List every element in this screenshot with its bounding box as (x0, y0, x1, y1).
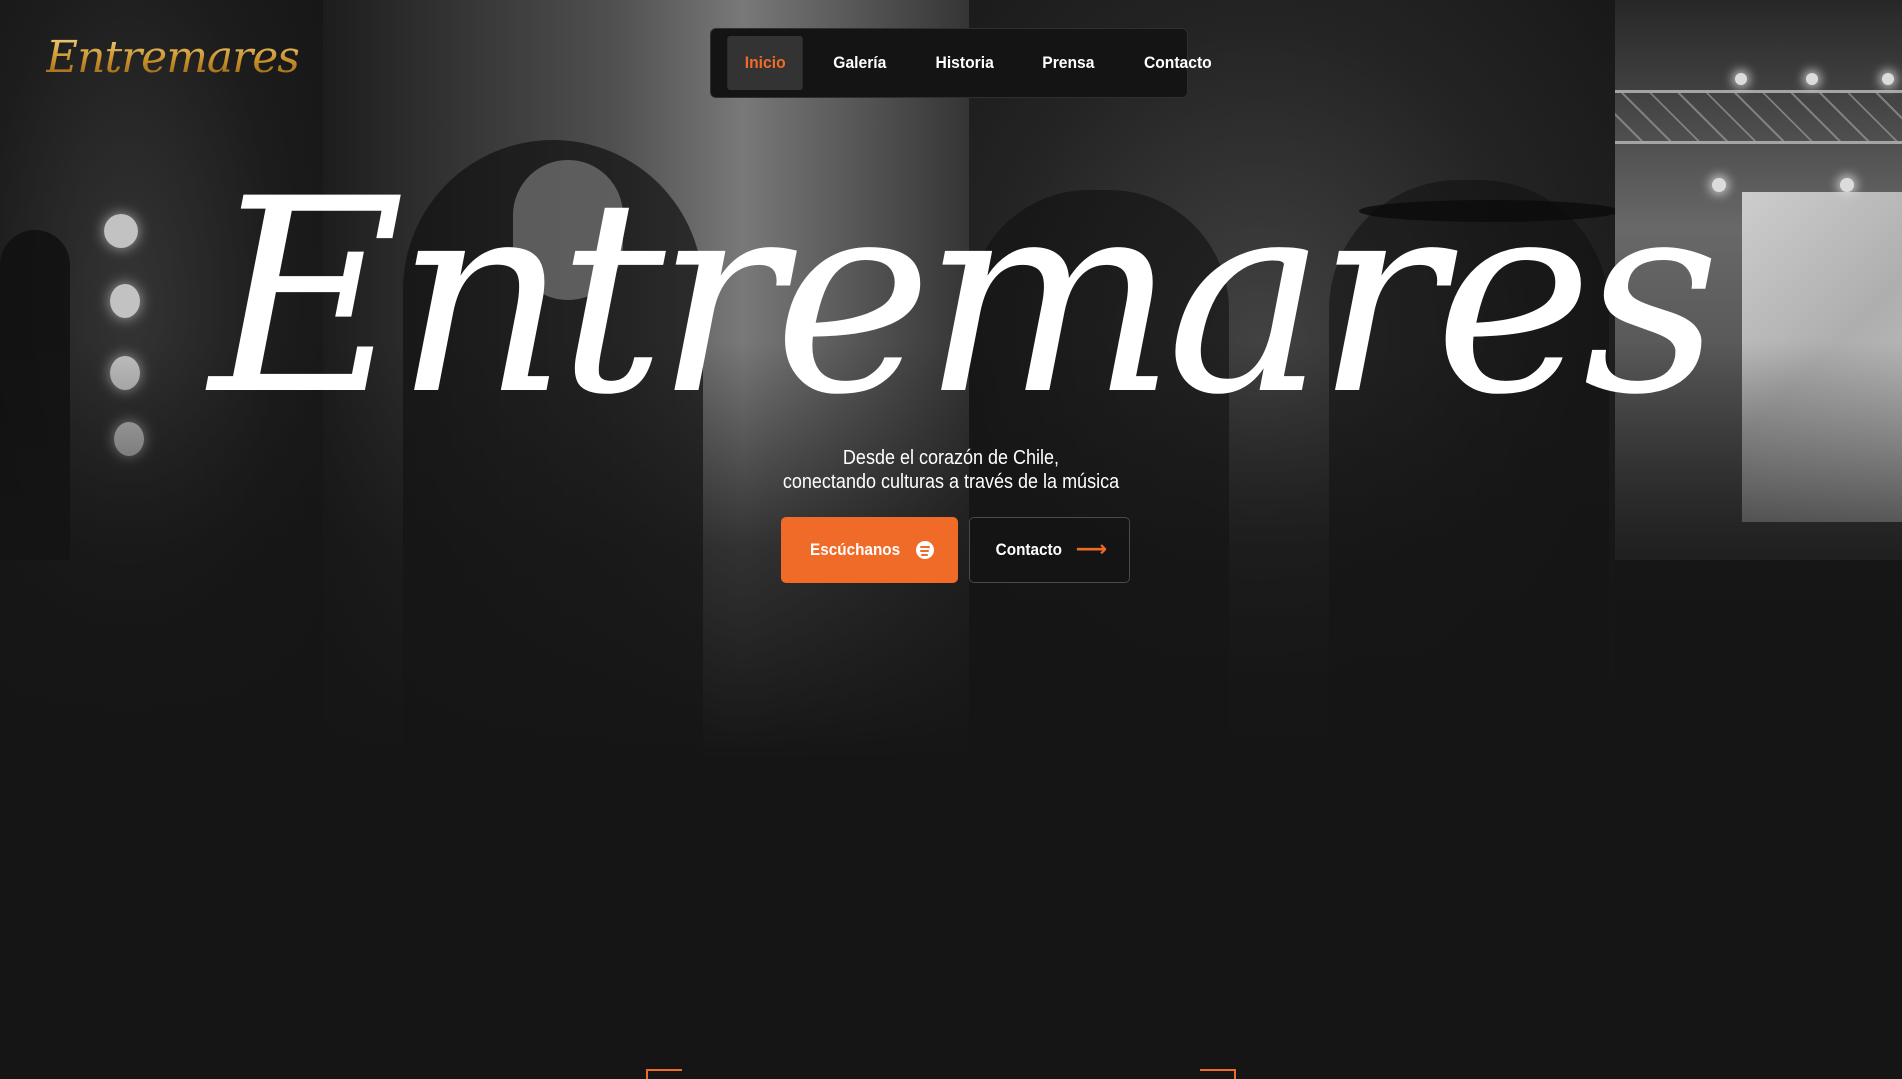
nav-item-inicio[interactable]: Inicio (727, 36, 804, 90)
section-corner-right (1200, 1069, 1236, 1079)
hero-title: Entremares (209, 142, 1721, 454)
listen-button[interactable]: Escúchanos (781, 517, 958, 583)
nav-item-contacto[interactable]: Contacto (1127, 36, 1230, 90)
hero-tagline: Desde el corazón de Chile, conectando cu… (651, 446, 1251, 494)
spotify-icon (915, 541, 934, 559)
nav-item-prensa[interactable]: Prensa (1025, 36, 1112, 90)
contact-button-label: Contacto (995, 540, 1062, 559)
section-corner-left (646, 1069, 682, 1079)
page: Entremares Inicio Galería Historia Prens… (0, 0, 1902, 1079)
tagline-line-2: conectando culturas a través de la músic… (782, 471, 1120, 493)
brand-logo[interactable]: Entremares (46, 32, 300, 83)
tagline-line-1: Desde el corazón de Chile, (842, 447, 1060, 469)
contact-button[interactable]: Contacto ⟶ (969, 517, 1130, 583)
listen-button-label: Escúchanos (810, 540, 901, 559)
main-nav: Inicio Galería Historia Prensa Contacto (710, 28, 1212, 98)
nav-item-galeria[interactable]: Galería (816, 36, 904, 90)
nav-item-historia[interactable]: Historia (918, 36, 1011, 90)
arrow-right-icon: ⟶ (1075, 537, 1108, 562)
